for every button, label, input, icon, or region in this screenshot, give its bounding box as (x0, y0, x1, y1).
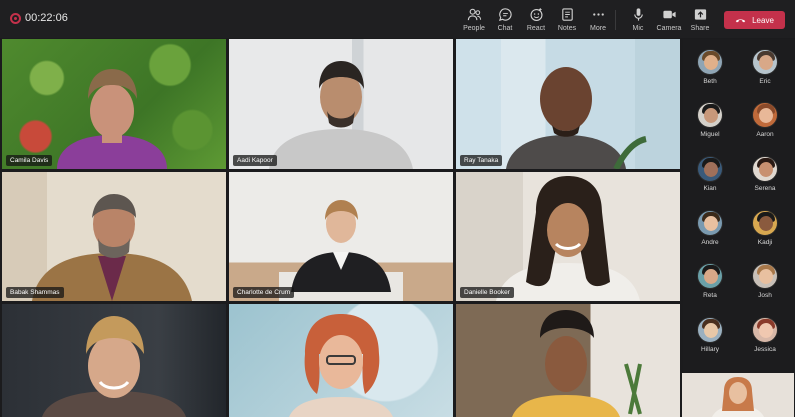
roster-participant-name: Josh (758, 292, 772, 299)
avatar (697, 210, 723, 236)
toolbar-divider (615, 10, 616, 30)
avatar-figure (289, 314, 393, 417)
avatar (752, 49, 778, 75)
participant-video (32, 194, 192, 301)
avatar-figure (512, 310, 642, 417)
participant-name: Charlotte de Crum (233, 287, 295, 298)
video-tile[interactable]: Babak Shammas (2, 172, 226, 301)
roster-participant-name: Beth (703, 78, 717, 85)
self-view-figure (712, 377, 764, 417)
participant-name: Ray Tanaka (460, 155, 503, 166)
participant-name: Babak Shammas (6, 287, 64, 298)
avatar (697, 317, 723, 343)
roster-participant[interactable]: Kadji (745, 210, 785, 246)
avatar (752, 102, 778, 128)
more-button[interactable]: More (580, 7, 616, 35)
roster-participant[interactable]: Beth (690, 49, 730, 85)
video-tile[interactable] (456, 304, 680, 417)
avatar (752, 263, 778, 289)
avatar (697, 156, 723, 182)
roster-participant-name: Kadji (757, 239, 773, 246)
participant-video (279, 200, 403, 301)
roster-participant-name: Eric (759, 78, 771, 85)
roster-participant-name: Aaron (756, 131, 774, 138)
roster-participant[interactable]: Kian (690, 156, 730, 192)
notes-icon (561, 8, 573, 21)
react-icon (529, 8, 543, 21)
roster-participant-name: Andre (701, 239, 719, 246)
avatar (752, 210, 778, 236)
participant-video (42, 316, 186, 417)
leave-label: Leave (752, 15, 774, 25)
avatar-figure (506, 67, 647, 169)
roster-participant-name: Kian (703, 185, 717, 192)
participant-name: Aadi Kapoor (233, 155, 277, 166)
roster-participant[interactable]: Andre (690, 210, 730, 246)
avatar (697, 49, 723, 75)
roster-participant[interactable]: Jessica (745, 317, 785, 353)
more-icon (592, 13, 604, 16)
video-tile[interactable] (229, 304, 453, 417)
roster-participant[interactable]: Miguel (690, 102, 730, 138)
roster-participant[interactable]: Reta (690, 263, 730, 299)
chat-icon (498, 8, 512, 22)
people-icon (467, 8, 481, 21)
roster-participant-name: Reta (703, 292, 717, 299)
participant-video (496, 176, 640, 301)
video-tile[interactable]: Charlotte de Crum (229, 172, 453, 301)
self-view-preview[interactable] (682, 373, 794, 417)
roster-participant[interactable]: Aaron (745, 102, 785, 138)
meeting-toolbar: 00:22:06 People Chat React Notes More Mi… (0, 0, 795, 38)
meeting-timer: 00:22:06 (25, 12, 68, 24)
roster-participant[interactable]: Hillary (690, 317, 730, 353)
roster-participant[interactable]: Serena (745, 156, 785, 192)
participant-roster: Beth Eric Miguel Aaron Kian Serena Andre… (683, 39, 795, 417)
video-tile[interactable]: Aadi Kapoor (229, 39, 453, 169)
avatar (752, 156, 778, 182)
video-grid: Camila Davis Aadi Kapoor Ray Tanaka Baba… (2, 39, 680, 417)
avatar-figure (57, 69, 167, 169)
share-label: Share (690, 25, 710, 32)
participant-name: Danielle Booker (460, 287, 514, 298)
participant-name: Camila Davis (6, 155, 53, 166)
leave-button[interactable]: Leave (724, 11, 785, 29)
avatar (752, 317, 778, 343)
more-label: More (590, 25, 606, 32)
share-icon (694, 9, 706, 20)
hang-up-icon (735, 19, 746, 23)
roster-participant-name: Miguel (700, 131, 720, 138)
avatar (697, 263, 723, 289)
roster-participant-name: Serena (754, 185, 776, 192)
video-tile[interactable] (2, 304, 226, 417)
microphone-icon (633, 8, 643, 21)
video-tile[interactable]: Camila Davis (2, 39, 226, 169)
recording-indicator-icon (10, 13, 21, 24)
roster-participant[interactable]: Eric (745, 49, 785, 85)
roster-participant-name: Jessica (754, 346, 776, 353)
video-tile[interactable]: Ray Tanaka (456, 39, 680, 169)
avatar (697, 102, 723, 128)
camera-icon (662, 10, 676, 19)
participant-video (269, 61, 413, 169)
roster-participant-name: Hillary (700, 346, 720, 353)
roster-participant[interactable]: Josh (745, 263, 785, 299)
video-tile[interactable]: Danielle Booker (456, 172, 680, 301)
share-button[interactable]: Share (682, 7, 718, 35)
